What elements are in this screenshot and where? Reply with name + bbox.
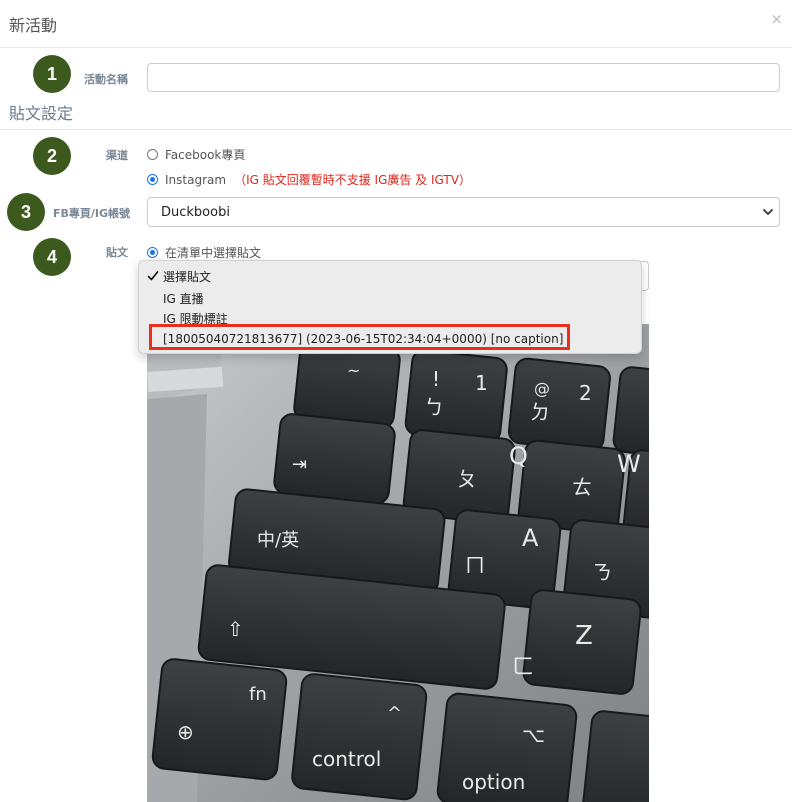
key-q: Q [509,442,528,470]
activity-name-input[interactable] [147,63,780,92]
modal-title: 新活動 [9,16,58,35]
checkmark-icon [147,271,159,281]
dropdown-option-select-post[interactable]: 選擇貼文 [163,268,211,285]
key-exclaim: ! [432,367,440,391]
post-settings-title: 貼文設定 [9,104,74,123]
radio-choose-post-label: 在清單中選擇貼文 [165,246,262,260]
radio-choose-post-dot[interactable] [147,247,158,258]
key-bopomofo-f: ㄈ [512,655,534,680]
modal-header: 新活動 × [0,0,792,48]
account-label: FB專頁/IG帳號 [52,207,130,220]
key-tab: ⇥ [292,454,307,475]
radio-choose-post[interactable]: 在清單中選擇貼文 [147,244,261,261]
radio-instagram-label: Instagram [165,172,227,187]
key-option-symbol: ⌥ [522,723,545,747]
key-fn: fn [249,684,267,705]
key-lang-switch: 中/英 [257,530,299,551]
radio-instagram-dot[interactable] [147,174,158,185]
selection-highlight-box [149,324,570,350]
key-a: A [522,524,539,552]
close-button[interactable]: × [770,12,783,27]
account-select-value: Duckboobi [161,204,230,220]
post-label: 貼文 [106,246,128,259]
key-bopomofo-d: ㄉ [530,400,550,424]
key-1: 1 [475,371,488,395]
activity-name-label: 活動名稱 [84,73,128,86]
key-bopomofo-m: ㄇ [465,553,485,577]
key-w: W [617,450,641,478]
radio-facebook-page[interactable]: Facebook專頁 [147,146,245,163]
key-bopomofo-p: ㄆ [457,467,477,491]
keyboard-photo: ~ ! 1 @ 2 ㄅ ㄉ ⇥ Q W ㄆ ㄊ 中/英 A ㄇ ㄋ ⇧ Z ㄈ … [147,324,649,802]
key-bopomofo-n: ㄋ [592,560,612,584]
dropdown-option-ig-live[interactable]: IG 直播 [163,290,204,307]
key-tilde: ~ [347,361,360,380]
radio-facebook-label: Facebook專頁 [165,148,246,162]
key-shift: ⇧ [227,617,244,641]
account-select[interactable]: Duckboobi [147,197,780,227]
section-divider [0,129,792,130]
post-preview-image: ~ ! 1 @ 2 ㄅ ㄉ ⇥ Q W ㄆ ㄊ 中/英 A ㄇ ㄋ ⇧ Z ㄈ … [147,324,649,802]
radio-instagram[interactable]: Instagram （IG 貼文回覆暫時不支援 IG廣告 及 IGTV） [147,171,471,188]
key-2: 2 [579,381,592,405]
key-bopomofo-b: ㄅ [424,395,444,419]
key-option: option [462,770,525,794]
key-chevron: ^ [387,703,402,724]
key-control: control [312,747,381,771]
radio-facebook-dot[interactable] [147,149,158,160]
key-bopomofo-t: ㄊ [572,475,592,499]
ig-warning-text: （IG 貼文回覆暫時不支援 IG廣告 及 IGTV） [234,173,471,187]
globe-icon: ⊕ [177,720,194,744]
key-at: @ [534,379,550,398]
channel-label: 渠道 [106,149,128,162]
key-z: Z [575,621,593,651]
chevron-down-icon [763,209,773,215]
